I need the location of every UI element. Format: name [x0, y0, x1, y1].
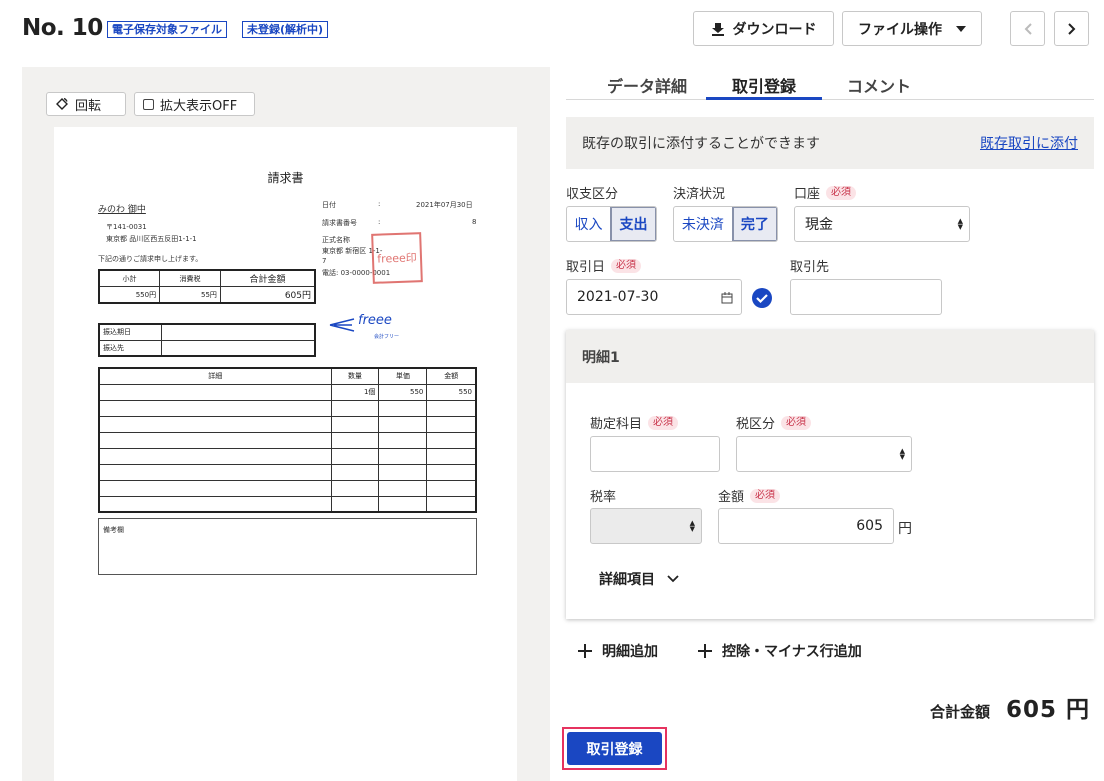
status-badge: 未登録(解析中)	[242, 21, 329, 38]
calendar-icon[interactable]	[721, 292, 733, 304]
more-details-toggle[interactable]: 詳細項目	[599, 569, 679, 589]
detail-empty-row	[98, 463, 477, 481]
transaction-date-label: 取引日 必須	[566, 256, 642, 275]
notes-box: 備考欄	[98, 518, 477, 575]
register-transaction-button[interactable]: 取引登録	[567, 732, 662, 765]
transaction-date-input[interactable]: 2021-07-30	[566, 279, 742, 315]
account-item-label: 勘定科目 必須	[590, 413, 679, 432]
chevron-left-icon	[1024, 22, 1032, 35]
add-detail-button[interactable]: 明細追加	[578, 641, 658, 661]
download-button[interactable]: ダウンロード	[693, 11, 834, 46]
page-title: No. 10	[22, 15, 103, 41]
detail-empty-row	[98, 479, 477, 497]
attach-info-bar: 既存の取引に添付することができます 既存取引に添付	[566, 117, 1094, 169]
amount-label: 金額 必須	[718, 486, 781, 505]
unsettled-option[interactable]: 未決済	[674, 207, 732, 241]
settled-option[interactable]: 完了	[731, 207, 777, 241]
payment-table: 振込期日 振込先	[98, 323, 316, 357]
download-label: ダウンロード	[732, 21, 817, 38]
invoice-address: 東京都 品川区西五反田1-1-1	[106, 235, 197, 243]
invoice-company-address2: 7	[322, 257, 327, 265]
select-arrows-icon: ▲ ▼	[689, 519, 695, 533]
file-ops-label: ファイル操作	[858, 21, 942, 38]
prev-file-button[interactable]	[1010, 11, 1045, 46]
invoice-date-value: 2021年07月30日	[416, 201, 473, 209]
invoice-page: 請求書 みのわ 御中 〒141-0031 東京都 品川区西五反田1-1-1 下記…	[54, 127, 517, 781]
next-file-button[interactable]	[1054, 11, 1089, 46]
freee-logo: freee 会計フリー	[328, 313, 418, 343]
tax-category-label: 税区分 必須	[736, 413, 812, 432]
detail-empty-row	[98, 431, 477, 449]
invoice-date-label: 日付	[322, 201, 336, 209]
tax-category-select[interactable]: ▲ ▼	[736, 436, 912, 472]
attach-existing-link[interactable]: 既存取引に添付	[980, 133, 1078, 153]
account-item-input[interactable]	[590, 436, 720, 472]
chevron-right-icon	[1067, 22, 1075, 35]
detail-empty-row	[98, 415, 477, 433]
settlement-label: 決済状況	[673, 187, 726, 202]
invoice-number-value: 8	[472, 218, 477, 226]
zoom-toggle[interactable]: 拡大表示OFF	[134, 92, 255, 116]
partner-input[interactable]	[790, 279, 942, 315]
detail-card-title: 明細1	[566, 330, 1094, 383]
company-stamp: freee印	[371, 232, 423, 284]
partner-label: 取引先	[790, 260, 830, 275]
attach-info-text: 既存の取引に添付することができます	[582, 136, 820, 152]
plus-icon	[698, 644, 712, 658]
chevron-down-icon	[667, 575, 679, 583]
invoice-postal: 〒141-0031	[106, 223, 147, 231]
submit-highlight: 取引登録	[562, 727, 667, 770]
download-icon	[711, 22, 724, 36]
income-expense-label: 収支区分	[566, 187, 619, 202]
rotate-label: 回転	[75, 98, 102, 114]
total-amount: 合計金額 605 円	[930, 690, 1090, 724]
tax-rate-label: 税率	[590, 490, 617, 505]
income-option[interactable]: 収入	[567, 207, 610, 241]
expense-option[interactable]: 支出	[610, 207, 656, 241]
tab-transaction-registration[interactable]: 取引登録	[706, 73, 822, 100]
tab-data-details[interactable]: データ詳細	[596, 73, 698, 100]
account-label: 口座 必須	[794, 183, 857, 202]
rotate-button[interactable]: 回転	[46, 92, 126, 116]
tax-rate-select[interactable]: ▲ ▼	[590, 508, 702, 544]
add-deduction-button[interactable]: 控除・マイナス行追加	[698, 641, 862, 661]
invoice-greeting: 下記の通りご請求申し上げます。	[98, 255, 203, 263]
invoice-recipient: みのわ 御中	[98, 205, 146, 215]
storage-badge: 電子保存対象ファイル	[107, 21, 227, 38]
detail-empty-row	[98, 447, 477, 465]
file-operations-button[interactable]: ファイル操作	[842, 11, 982, 46]
tab-bar: データ詳細 取引登録 コメント	[566, 67, 1094, 100]
tab-comment[interactable]: コメント	[828, 73, 930, 100]
check-circle-icon	[752, 288, 772, 308]
caret-down-icon	[956, 25, 966, 32]
invoice-company-name: 正式名称	[322, 236, 350, 244]
plus-icon	[578, 644, 592, 658]
total-label: 合計金額	[929, 703, 990, 721]
total-value: 605 円	[1005, 697, 1090, 723]
summary-table: 小計 消費税 合計金額 550円 55円 605円	[98, 269, 316, 304]
amount-input[interactable]: 605	[718, 508, 894, 544]
settlement-toggle: 未決済 完了	[673, 206, 778, 242]
document-preview: 回転 拡大表示OFF 請求書 みのわ 御中 〒141-0031 東京都 品川区西…	[22, 67, 550, 781]
select-arrows-icon: ▲ ▼	[899, 447, 905, 461]
detail-empty-row	[98, 399, 477, 417]
zoom-label: 拡大表示OFF	[160, 98, 238, 114]
invoice-number-label: 請求書番号	[322, 219, 357, 227]
rotate-icon	[56, 97, 68, 110]
select-arrows-icon: ▲ ▼	[957, 217, 963, 231]
detail-table: 詳細 数量 単価 金額 1個 550 550	[98, 367, 477, 513]
detail-empty-row	[98, 495, 477, 513]
invoice-title: 請求書	[267, 171, 304, 185]
income-expense-toggle: 収入 支出	[566, 206, 657, 242]
currency-label: 円	[898, 521, 912, 537]
account-select[interactable]: 現金 ▲ ▼	[794, 206, 970, 242]
zoom-checkbox[interactable]	[143, 98, 154, 110]
